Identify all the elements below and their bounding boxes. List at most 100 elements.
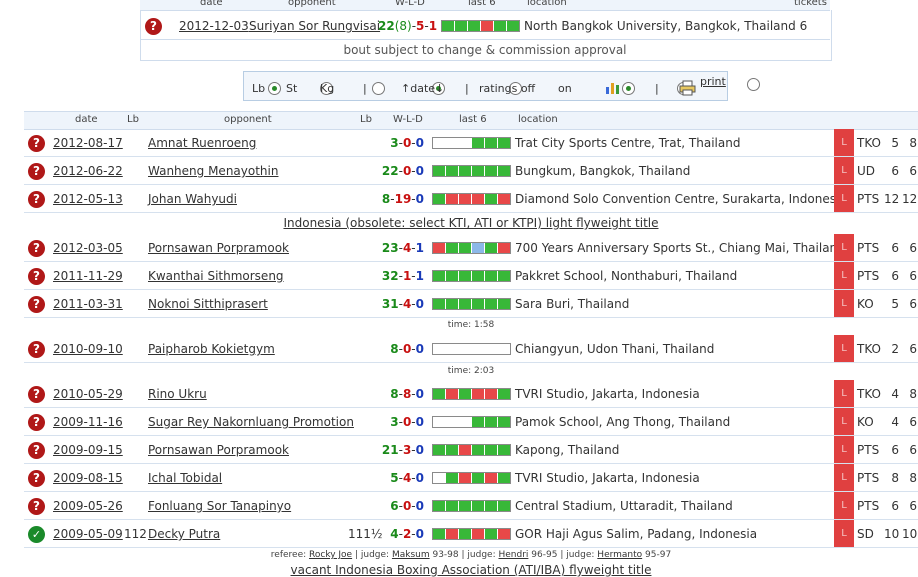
opponent-link[interactable]: Pornsawan Porpramook <box>148 443 289 457</box>
opponent-link[interactable]: Paipharob Kokietgym <box>148 342 275 356</box>
bout-date[interactable]: 2011-11-29 <box>53 269 123 283</box>
bout-date[interactable]: 2011-03-31 <box>53 297 123 311</box>
printer-icon[interactable] <box>679 80 696 96</box>
record-losses: 4 <box>402 297 412 311</box>
bout-date[interactable]: 2009-08-15 <box>53 471 123 485</box>
form-bar-empty <box>433 417 445 427</box>
question-icon[interactable]: ? <box>28 163 45 180</box>
question-icon[interactable]: ? <box>28 414 45 431</box>
question-icon[interactable]: ? <box>28 498 45 515</box>
form-bar-win <box>433 299 445 309</box>
form-bar-win <box>433 445 445 455</box>
unit-lb-radio[interactable] <box>268 81 281 95</box>
opponent-link[interactable]: Johan Wahyudi <box>148 192 237 206</box>
bout-date[interactable]: 2009-05-09 <box>53 527 123 541</box>
form-bar-loss <box>472 194 484 204</box>
opponent-record: 5-4-0 <box>390 471 424 485</box>
record-draws: 0 <box>415 443 424 457</box>
judge-name[interactable]: Maksum <box>392 550 430 560</box>
rounds-fought: 6 <box>891 241 899 255</box>
judge-score: 95-97 <box>645 550 672 560</box>
last6-bars <box>432 343 511 355</box>
bout-date[interactable]: 2012-05-13 <box>53 192 123 206</box>
opponent-link[interactable]: Ichal Tobidal <box>148 471 222 485</box>
question-icon[interactable]: ? <box>28 135 45 152</box>
question-icon[interactable]: ? <box>28 191 45 208</box>
bout-date[interactable]: 2009-05-26 <box>53 499 123 513</box>
bout-date[interactable]: 2009-11-16 <box>53 415 123 429</box>
decision: UD <box>857 164 876 178</box>
form-bar-loss <box>459 473 471 483</box>
top-header-last6: last 6 <box>468 0 496 8</box>
form-bar-win <box>459 529 471 539</box>
opponent-link[interactable]: Pornsawan Porpramook <box>148 241 289 255</box>
opponent-record: 8-8-0 <box>390 387 424 401</box>
question-icon[interactable]: ? <box>28 442 45 459</box>
record-losses: 2 <box>402 527 412 541</box>
bout-date[interactable]: 2012-08-17 <box>53 136 123 150</box>
form-bar-win <box>459 299 471 309</box>
question-icon[interactable]: ? <box>28 296 45 313</box>
bout-location: TVRI Studio, Jakarta, Indonesia <box>515 387 700 401</box>
question-icon[interactable]: ? <box>28 240 45 257</box>
opponent-link[interactable]: Kwanthai Sithmorseng <box>148 269 284 283</box>
result-badge: L <box>834 262 854 289</box>
form-bar-loss <box>498 529 510 539</box>
unit-kg-radio[interactable] <box>372 81 385 95</box>
result-badge: L <box>834 290 854 317</box>
judge-label: judge: <box>360 550 390 560</box>
header-date: date <box>75 114 98 125</box>
opponent-link[interactable]: Sugar Rey Nakornluang Promotion <box>148 415 354 429</box>
record-draws: 0 <box>415 342 424 356</box>
record-wins: 4 <box>390 527 399 541</box>
ratings-off-radio[interactable] <box>621 81 635 95</box>
title-note[interactable]: Indonesia (obsolete: select KTI, ATI or … <box>24 216 918 230</box>
footer-title[interactable]: vacant Indonesia Boxing Association (ATI… <box>24 563 918 577</box>
bout-location: Pakkret School, Nonthaburi, Thailand <box>515 269 738 283</box>
bout-location: Chiangyun, Udon Thani, Thailand <box>515 342 715 356</box>
opponent-link[interactable]: Amnat Ruenroeng <box>148 136 256 150</box>
opponent-link[interactable]: Rino Ukru <box>148 387 207 401</box>
referee-name[interactable]: Rocky Joe <box>309 550 352 560</box>
decision: PTS <box>857 269 880 283</box>
form-bar-empty <box>498 344 510 354</box>
top-bout-date[interactable]: 2012-12-03 <box>179 19 249 33</box>
opponent-link[interactable]: Decky Putra <box>148 527 220 541</box>
form-bar-empty <box>446 417 458 427</box>
top-bout-opponent[interactable]: Suriyan Sor Rungvisai <box>249 19 380 33</box>
opponent-link[interactable]: Wanheng Menayothin <box>148 164 278 178</box>
bout-date[interactable]: 2012-06-22 <box>53 164 123 178</box>
form-bar-draw <box>472 243 484 253</box>
question-icon[interactable]: ? <box>28 268 45 285</box>
rounds-scheduled: 6 <box>909 342 917 356</box>
bout-date[interactable]: 2010-09-10 <box>53 342 123 356</box>
form-bar-win <box>459 271 471 281</box>
judge-name[interactable]: Hendri <box>498 550 528 560</box>
record-losses: 4 <box>402 471 412 485</box>
form-bar-win <box>459 501 471 511</box>
check-icon[interactable]: ✓ <box>28 526 45 543</box>
bout-location: Trat City Sports Centre, Trat, Thailand <box>515 136 741 150</box>
top-box-divider <box>140 39 830 40</box>
last6-bars <box>432 416 511 428</box>
opponent-link[interactable]: Fonluang Sor Tanapinyo <box>148 499 291 513</box>
record-wins: 3 <box>390 136 399 150</box>
chart-icon[interactable] <box>605 79 621 95</box>
question-icon[interactable]: ? <box>28 470 45 487</box>
bout-date[interactable]: 2010-05-29 <box>53 387 123 401</box>
chart-radio[interactable] <box>746 77 760 91</box>
bout-date[interactable]: 2009-09-15 <box>53 443 123 457</box>
rounds-scheduled: 8 <box>909 471 917 485</box>
bout-date[interactable]: 2012-03-05 <box>53 241 123 255</box>
opponent-record: 4-2-0 <box>390 527 424 541</box>
question-icon[interactable]: ? <box>28 341 45 358</box>
judge-name[interactable]: Hermanto <box>597 550 642 560</box>
question-icon[interactable]: ? <box>145 18 162 35</box>
print-link[interactable]: print <box>700 75 726 88</box>
decision: PTS <box>857 471 880 485</box>
unit-kg-label: Kg <box>320 82 335 95</box>
opponent-link[interactable]: Noknoi Sitthiprasert <box>148 297 268 311</box>
record-wins: 5 <box>390 471 399 485</box>
question-icon[interactable]: ? <box>28 386 45 403</box>
record-draws: 1 <box>428 19 438 33</box>
